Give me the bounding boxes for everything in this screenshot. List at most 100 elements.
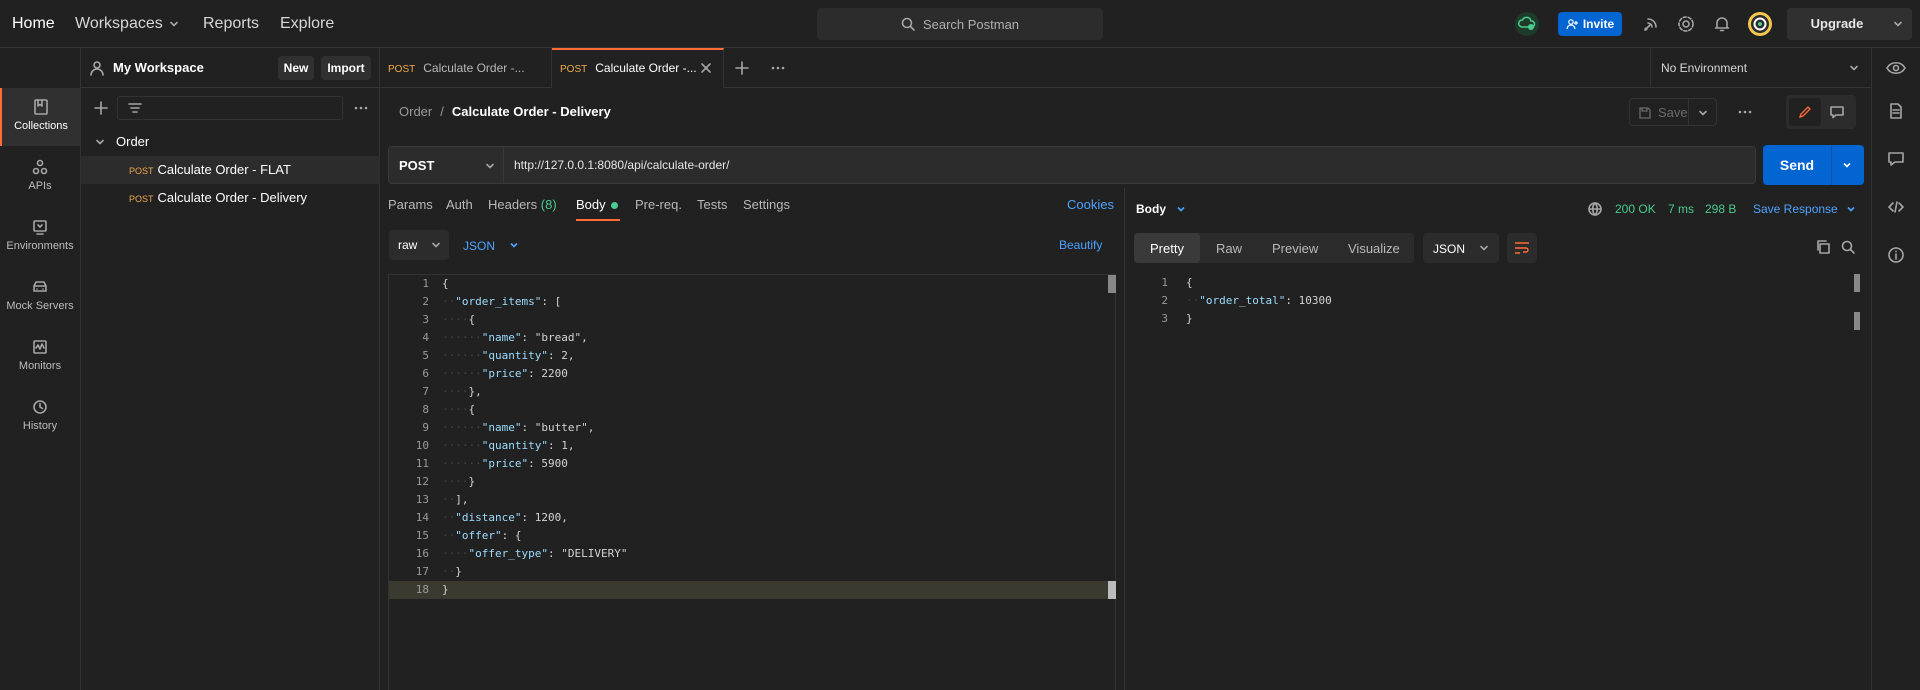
- nav-home[interactable]: Home: [12, 0, 55, 48]
- url-input[interactable]: http://127.0.0.1:8080/api/calculate-orde…: [504, 146, 1756, 184]
- new-button[interactable]: New: [278, 56, 314, 80]
- view-tab-preview[interactable]: Preview: [1272, 241, 1318, 256]
- rail-collections[interactable]: Collections: [0, 88, 80, 146]
- nav-workspaces[interactable]: Workspaces: [75, 0, 179, 48]
- request-tab[interactable]: POST Calculate Order -...: [380, 48, 552, 88]
- save-response-label: Save Response: [1753, 202, 1838, 216]
- tree-folder-order[interactable]: Order: [81, 128, 380, 156]
- import-button[interactable]: Import: [321, 56, 371, 80]
- invite-button[interactable]: Invite: [1558, 12, 1622, 36]
- search-bar[interactable]: Search Postman: [817, 8, 1103, 40]
- more-tabs-icon[interactable]: [770, 60, 786, 76]
- response-status[interactable]: 200 OK: [1615, 202, 1656, 216]
- breadcrumb-parent[interactable]: Order: [399, 104, 432, 119]
- code-text: {: [1186, 276, 1193, 289]
- close-icon[interactable]: [700, 62, 712, 74]
- info-icon[interactable]: [1887, 246, 1905, 264]
- nav-reports[interactable]: Reports: [203, 0, 259, 48]
- collection-search-input[interactable]: [117, 96, 343, 120]
- nav-explore[interactable]: Explore: [280, 0, 334, 48]
- line-number: 9: [422, 421, 429, 434]
- comments-icon[interactable]: [1887, 150, 1905, 168]
- avatar[interactable]: [1748, 12, 1772, 36]
- settings-gear-icon[interactable]: [1676, 14, 1696, 34]
- pencil-icon: [1798, 106, 1811, 119]
- satellite-icon[interactable]: [1641, 14, 1661, 34]
- view-tab-raw[interactable]: Raw: [1216, 241, 1242, 256]
- tab-settings[interactable]: Settings: [743, 197, 790, 221]
- body-language-select[interactable]: JSON: [463, 238, 495, 253]
- search-icon[interactable]: [1840, 239, 1856, 255]
- more-options-icon[interactable]: [1737, 104, 1753, 120]
- tab-auth[interactable]: Auth: [446, 197, 473, 221]
- response-size[interactable]: 298 B: [1705, 202, 1736, 216]
- tab-body[interactable]: Body: [576, 197, 620, 221]
- response-time[interactable]: 7 ms: [1668, 202, 1694, 216]
- tab-headers[interactable]: Headers (8): [488, 197, 557, 221]
- rail-monitors[interactable]: Monitors: [0, 328, 80, 386]
- rail-environments[interactable]: Environments: [0, 208, 80, 266]
- view-tab-pretty[interactable]: Pretty: [1134, 233, 1200, 263]
- code-text: ······"price": 2200: [442, 367, 568, 380]
- rail-apis[interactable]: APIs: [0, 148, 80, 206]
- wrap-lines-button[interactable]: [1507, 233, 1537, 263]
- line-number: 14: [415, 511, 429, 524]
- tab-tests[interactable]: Tests: [697, 197, 727, 221]
- add-icon[interactable]: [93, 100, 109, 116]
- response-format-value: JSON: [1433, 242, 1466, 256]
- workspace-name[interactable]: My Workspace: [113, 60, 204, 75]
- line-number: 7: [422, 385, 429, 398]
- view-tab-visualize[interactable]: Visualize: [1348, 241, 1400, 256]
- chevron-down-icon[interactable]: [1842, 160, 1852, 170]
- sync-status-icon[interactable]: [1515, 12, 1539, 36]
- request-title[interactable]: Calculate Order - Delivery: [452, 104, 611, 119]
- environment-label: No Environment: [1661, 61, 1748, 75]
- chevron-down-icon[interactable]: [1698, 108, 1708, 118]
- response-scrollbar[interactable]: [1854, 274, 1860, 292]
- rail-mock-servers[interactable]: Mock Servers: [0, 268, 80, 326]
- headers-count: (8): [540, 197, 557, 212]
- save-response-button[interactable]: Save Response: [1753, 202, 1856, 216]
- cookies-link[interactable]: Cookies: [1067, 197, 1114, 221]
- beautify-link[interactable]: Beautify: [1059, 238, 1102, 252]
- body-mode-select[interactable]: raw: [389, 230, 449, 260]
- rail-history[interactable]: History: [0, 388, 80, 446]
- chevron-down-icon: [169, 21, 178, 27]
- comment-mode-icon[interactable]: [1830, 105, 1844, 119]
- documentation-icon[interactable]: [1887, 102, 1905, 120]
- request-tab-active[interactable]: POST Calculate Order -...: [552, 48, 724, 88]
- chevron-down-icon[interactable]: [1893, 19, 1903, 29]
- editor-scrollbar[interactable]: [1108, 275, 1116, 293]
- code-line: 6 ······"price": 2200: [389, 365, 1109, 383]
- chevron-down-icon[interactable]: [509, 240, 519, 250]
- eye-icon[interactable]: [1886, 60, 1906, 76]
- method-badge: POST: [129, 194, 154, 204]
- line-number: 10: [415, 439, 429, 452]
- code-lines: 1{2 ··"order_total": 10300 3}: [1128, 274, 1848, 328]
- response-format-select[interactable]: JSON: [1423, 233, 1499, 263]
- more-options-icon[interactable]: [353, 100, 369, 116]
- environment-selector[interactable]: No Environment: [1650, 48, 1871, 88]
- response-section-select[interactable]: Body: [1136, 202, 1186, 216]
- code-text: ··"distance": 1200,: [442, 511, 568, 524]
- response-body-viewer[interactable]: 1{2 ··"order_total": 10300 3}: [1128, 274, 1864, 690]
- line-number: 18: [415, 583, 429, 596]
- new-tab-plus-icon[interactable]: [734, 60, 750, 76]
- method-select[interactable]: POST: [388, 146, 504, 184]
- edit-mode-button[interactable]: [1789, 98, 1821, 126]
- notification-bell-icon[interactable]: [1712, 14, 1732, 34]
- save-button[interactable]: Save: [1629, 98, 1717, 126]
- globe-icon[interactable]: [1587, 201, 1603, 217]
- tree-request-delivery[interactable]: POST Calculate Order - Delivery: [81, 184, 380, 212]
- upgrade-button[interactable]: Upgrade: [1787, 8, 1912, 40]
- code-icon[interactable]: [1887, 198, 1905, 216]
- tree-request-flat[interactable]: POST Calculate Order - FLAT: [81, 156, 380, 184]
- breadcrumb: Order / Calculate Order - Delivery: [399, 104, 611, 119]
- send-button[interactable]: Send: [1763, 145, 1864, 185]
- tab-params[interactable]: Params: [388, 197, 433, 221]
- tab-prereq[interactable]: Pre-req.: [635, 197, 682, 221]
- copy-icon[interactable]: [1815, 239, 1831, 255]
- body-language-value: JSON: [463, 239, 496, 253]
- request-body-editor[interactable]: 1{2 ··"order_items": [3 ····{4 ······"name"…: [388, 274, 1116, 690]
- pane-divider[interactable]: [1124, 188, 1125, 690]
